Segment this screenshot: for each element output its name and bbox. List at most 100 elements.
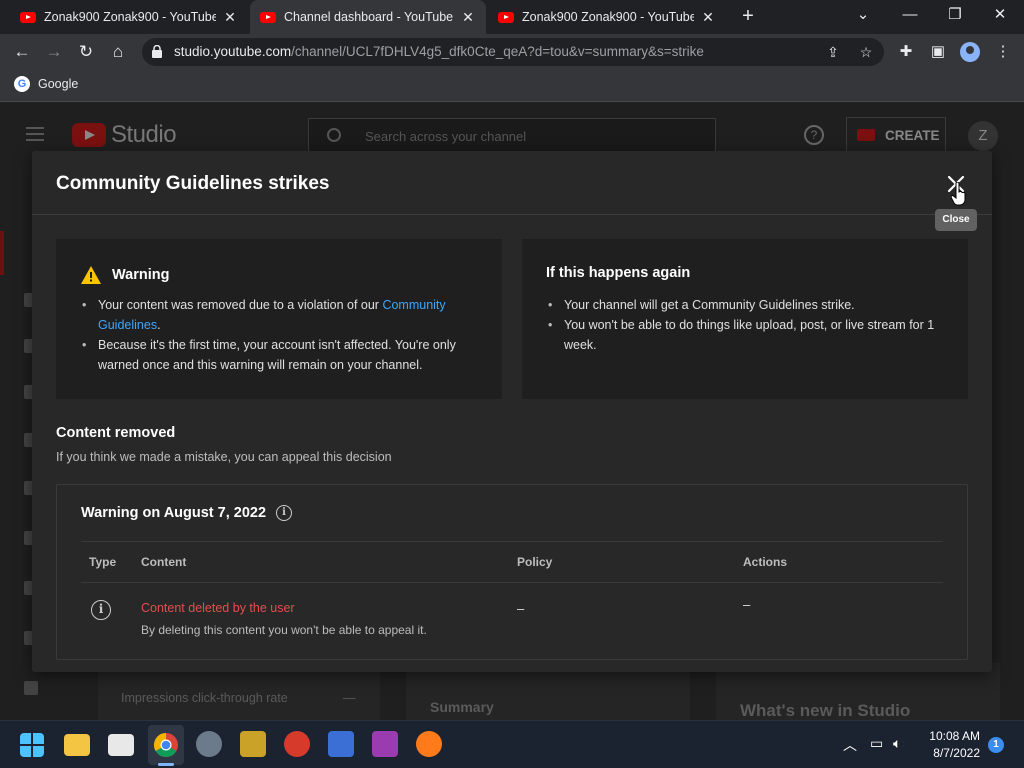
tab-strip: Zonak900 Zonak900 - YouTube ✕ Channel da… xyxy=(0,0,1024,34)
impressions-label: Impressions click-through rate xyxy=(121,691,288,705)
again-item-1: Your channel will get a Community Guidel… xyxy=(546,295,946,315)
address-bar[interactable]: studio.youtube.com/channel/UCL7fDHLV4g5_… xyxy=(142,38,884,66)
channel-avatar[interactable]: Z xyxy=(968,121,998,151)
keys-app-icon[interactable] xyxy=(240,731,266,757)
hand-cursor-icon xyxy=(951,182,966,206)
winrar-icon[interactable] xyxy=(372,731,398,757)
close-tooltip: Close xyxy=(935,209,977,231)
hat-app-icon[interactable] xyxy=(284,731,310,757)
show-hidden-icons-icon[interactable]: ︿ xyxy=(843,735,857,755)
row-content-title: Content deleted by the user xyxy=(141,601,295,615)
warning-details-box: Warning on August 7, 2022 i Type Content… xyxy=(56,484,968,660)
browser-tab-1[interactable]: Zonak900 Zonak900 - YouTube ✕ xyxy=(10,0,248,34)
chrome-icon[interactable] xyxy=(153,732,179,758)
table-top-divider xyxy=(81,541,943,542)
warning-triangle-icon xyxy=(81,266,101,284)
warning-item-2: Because it's the first time, your accoun… xyxy=(80,335,480,375)
search-icon xyxy=(327,128,341,142)
microsoft-store-icon[interactable] xyxy=(108,734,134,756)
tab-search-icon[interactable]: ⌄ xyxy=(853,5,873,25)
dialog-title: Community Guidelines strikes xyxy=(56,173,330,194)
again-list: Your channel will get a Community Guidel… xyxy=(546,295,946,355)
bookmark-star-icon[interactable]: ☆ xyxy=(858,44,874,60)
home-icon[interactable]: ⌂ xyxy=(106,40,130,64)
studio-logo-text: Studio xyxy=(111,121,177,148)
whats-new-heading: What's new in Studio xyxy=(740,701,911,720)
profile-avatar-icon[interactable] xyxy=(960,42,980,62)
search-placeholder: Search across your channel xyxy=(365,129,527,144)
create-button[interactable]: CREATE xyxy=(846,117,946,153)
forward-icon[interactable]: → xyxy=(42,40,66,64)
lock-icon xyxy=(152,45,162,58)
column-header-policy: Policy xyxy=(517,555,553,569)
clock-time[interactable]: 10:08 AM xyxy=(920,729,980,743)
back-icon[interactable]: ← xyxy=(10,40,34,64)
row-policy-value: – xyxy=(517,601,525,616)
extensions-icon[interactable]: ✚ xyxy=(896,42,916,62)
warning-date-text: Warning on August 7, 2022 xyxy=(81,505,267,521)
warning-heading-text: Warning xyxy=(112,267,170,283)
warning-item-1: Your content was removed due to a violat… xyxy=(80,295,480,335)
sidebar-feedback-icon[interactable] xyxy=(24,681,38,695)
create-label: CREATE xyxy=(885,127,940,143)
clock-date[interactable]: 8/7/2022 xyxy=(920,746,980,760)
browser-tab-3[interactable]: Zonak900 Zonak900 - YouTube ✕ xyxy=(488,0,726,34)
active-app-indicator xyxy=(158,763,174,766)
help-icon[interactable]: ? xyxy=(804,125,824,145)
network-icon[interactable]: ▭ xyxy=(870,735,883,752)
url-text: studio.youtube.com/channel/UCL7fDHLV4g5_… xyxy=(174,44,704,59)
row-actions-value: – xyxy=(743,597,751,612)
studio-search-input[interactable]: Search across your channel xyxy=(308,118,716,154)
browser-tab-2[interactable]: Channel dashboard - YouTube St ✕ xyxy=(250,0,486,34)
floppy-disk-icon[interactable] xyxy=(328,731,354,757)
again-card-heading: If this happens again xyxy=(546,265,691,281)
dialog-divider xyxy=(32,214,992,215)
youtube-favicon-icon xyxy=(498,11,514,23)
tab-title: Zonak900 Zonak900 - YouTube xyxy=(44,10,216,24)
tab-title: Channel dashboard - YouTube St xyxy=(284,10,454,24)
close-tab-icon[interactable]: ✕ xyxy=(222,9,238,26)
content-removed-subtitle: If you think we made a mistake, you can … xyxy=(56,450,392,464)
menu-icon[interactable]: ⋮ xyxy=(993,42,1013,62)
warning-list: Your content was removed due to a violat… xyxy=(80,295,480,375)
bookmark-google[interactable]: G Google xyxy=(14,76,78,92)
youtube-favicon-icon xyxy=(260,11,276,23)
column-header-type: Type xyxy=(89,555,117,569)
warning-date-title: Warning on August 7, 2022 i xyxy=(81,505,293,521)
bookmark-label: Google xyxy=(38,77,79,91)
content-removed-title: Content removed xyxy=(56,425,176,441)
bookmarks-bar: G Google xyxy=(0,70,1024,102)
impressions-value: — xyxy=(343,691,356,705)
youtube-logo-icon[interactable] xyxy=(72,123,106,147)
sidebar-active-indicator xyxy=(0,231,4,275)
close-tab-icon[interactable]: ✕ xyxy=(700,9,716,26)
info-icon[interactable]: i xyxy=(276,505,293,521)
raccoon-app-icon[interactable] xyxy=(196,731,222,757)
volume-icon[interactable]: 🔈︎ xyxy=(893,735,901,752)
share-icon[interactable]: ⇪ xyxy=(825,44,841,60)
notification-badge[interactable]: 1 xyxy=(988,737,1004,753)
row-content-subtitle: By deleting this content you won't be ab… xyxy=(141,623,427,637)
table-header-divider xyxy=(81,582,943,583)
reload-icon[interactable]: ↻ xyxy=(74,40,98,64)
summary-heading: Summary xyxy=(430,699,494,715)
video-camera-icon xyxy=(857,129,875,141)
column-header-actions: Actions xyxy=(743,555,788,569)
close-window-icon[interactable]: ✕ xyxy=(990,5,1010,25)
info-icon: i xyxy=(91,600,111,620)
restore-icon[interactable]: ❐ xyxy=(945,5,965,25)
file-explorer-icon[interactable] xyxy=(64,734,90,756)
new-tab-icon[interactable]: + xyxy=(738,6,758,26)
close-tab-icon[interactable]: ✕ xyxy=(460,9,476,26)
minimize-icon[interactable]: — xyxy=(900,5,920,25)
google-icon: G xyxy=(14,76,30,92)
hamburger-menu-icon[interactable] xyxy=(26,127,44,141)
windows-start-icon[interactable] xyxy=(20,733,44,757)
strikes-dialog: Community Guidelines strikes Warning You… xyxy=(32,151,992,672)
windows-taskbar: ︿ ▭ 🔈︎ 10:08 AM 8/7/2022 1 xyxy=(0,720,1024,768)
youtube-favicon-icon xyxy=(20,11,36,23)
firefox-icon[interactable] xyxy=(416,731,442,757)
browser-toolbar: ← → ↻ ⌂ studio.youtube.com/channel/UCL7f… xyxy=(0,34,1024,70)
side-panel-icon[interactable]: ▣ xyxy=(928,42,948,62)
if-happens-again-card: If this happens again Your channel will … xyxy=(522,239,968,399)
